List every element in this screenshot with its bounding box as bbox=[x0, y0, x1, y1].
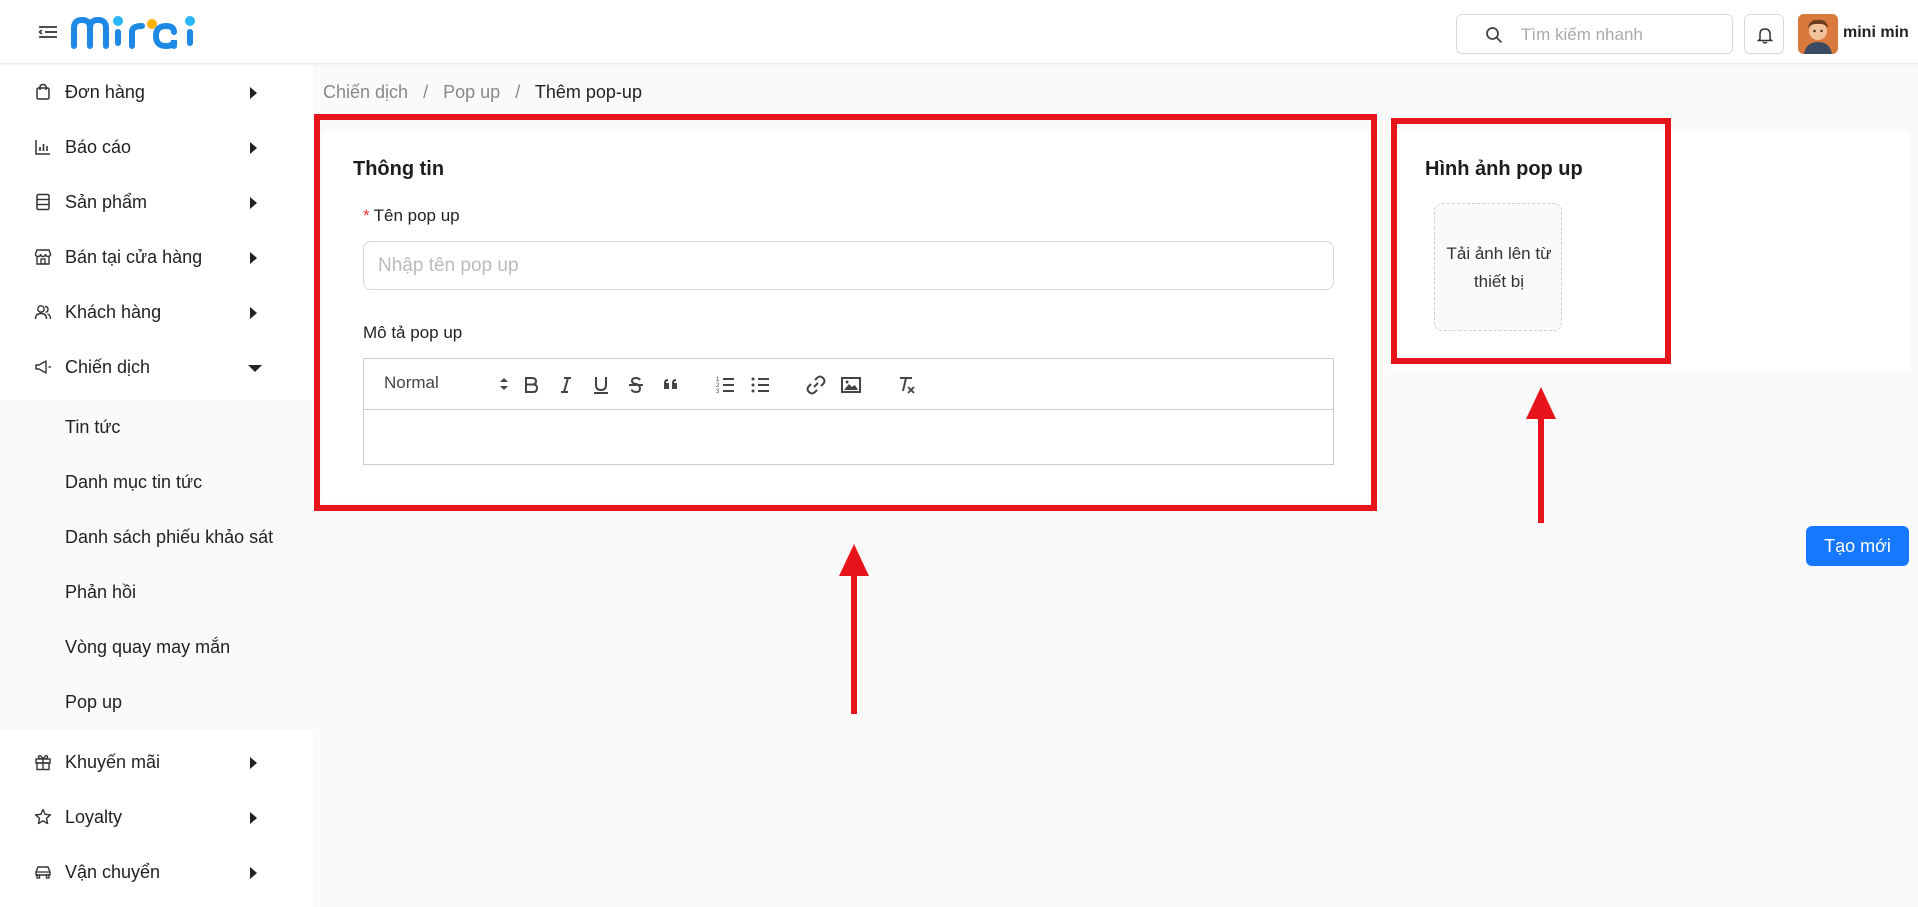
sidebar-item-label: Báo cáo bbox=[65, 137, 132, 157]
submenu-item-surveys[interactable]: Danh sách phiếu khảo sát bbox=[0, 510, 313, 565]
menu-toggle-icon[interactable] bbox=[38, 24, 58, 40]
sidebar-item-label: Khuyến mãi bbox=[65, 752, 161, 772]
sidebar-item-reports[interactable]: Báo cáo bbox=[0, 120, 313, 175]
annotation-arrow-up-icon bbox=[839, 544, 869, 714]
search-icon bbox=[1486, 27, 1502, 43]
sidebar-item-label: Đơn hàng bbox=[65, 82, 145, 102]
annotation-arrow-up-icon bbox=[1526, 387, 1556, 523]
submenu-item-news[interactable]: Tin tức bbox=[0, 400, 313, 455]
submenu-item-label: Vòng quay may mắn bbox=[65, 637, 231, 657]
chevron-right-icon bbox=[250, 197, 257, 209]
product-icon bbox=[36, 193, 50, 211]
car-icon bbox=[35, 866, 51, 879]
breadcrumb-item-current: Thêm pop-up bbox=[534, 82, 642, 102]
mirai-logo[interactable] bbox=[70, 14, 200, 50]
annotation-box-image bbox=[1391, 118, 1671, 364]
top-header: mini min bbox=[0, 0, 1918, 64]
sidebar-item-shipping[interactable]: Vận chuyển bbox=[0, 845, 313, 900]
submenu-item-label: Pop up bbox=[65, 692, 123, 712]
notification-button[interactable] bbox=[1744, 14, 1784, 54]
breadcrumb-item-popup[interactable]: Pop up bbox=[443, 82, 500, 102]
submenu-item-news-categories[interactable]: Danh mục tin tức bbox=[0, 455, 313, 510]
sidebar-item-label: Khách hàng bbox=[65, 302, 162, 322]
sidebar-item-in-store-sales[interactable]: Bán tại cửa hàng bbox=[0, 230, 313, 285]
sidebar-item-products[interactable]: Sản phẩm bbox=[0, 175, 313, 230]
bar-chart-icon bbox=[35, 140, 50, 155]
submenu-item-label: Danh mục tin tức bbox=[65, 472, 203, 492]
sidebar-item-loyalty[interactable]: Loyalty bbox=[0, 790, 313, 845]
quick-search[interactable] bbox=[1456, 14, 1733, 54]
chevron-right-icon bbox=[250, 757, 257, 769]
chevron-down-icon bbox=[248, 365, 262, 372]
campaigns-submenu: Tin tức Danh mục tin tức Danh sách phiếu… bbox=[0, 400, 313, 730]
bell-icon bbox=[1757, 28, 1773, 44]
submenu-item-feedback[interactable]: Phản hồi bbox=[0, 565, 313, 620]
star-icon bbox=[34, 808, 52, 825]
submenu-item-label: Phản hồi bbox=[65, 582, 137, 602]
chevron-right-icon bbox=[250, 142, 257, 154]
shopping-bag-icon bbox=[36, 83, 50, 100]
gift-icon bbox=[35, 755, 51, 771]
chevron-right-icon bbox=[250, 307, 257, 319]
user-name[interactable]: mini min bbox=[1843, 24, 1909, 42]
breadcrumb: Chiến dịch / Pop up / Thêm pop-up bbox=[323, 82, 652, 103]
submenu-item-label: Tin tức bbox=[65, 417, 121, 437]
sidebar: Đơn hàng Báo cáo Sản phẩm Bán tại cửa hà… bbox=[0, 65, 313, 907]
search-input[interactable] bbox=[1521, 24, 1721, 46]
breadcrumb-separator: / bbox=[515, 82, 521, 102]
avatar[interactable] bbox=[1798, 14, 1838, 54]
customers-icon bbox=[34, 305, 52, 320]
sidebar-item-campaigns[interactable]: Chiến dịch bbox=[0, 340, 313, 395]
chevron-right-icon bbox=[250, 87, 257, 99]
sidebar-item-orders[interactable]: Đơn hàng bbox=[0, 65, 313, 120]
megaphone-icon bbox=[35, 360, 51, 374]
chevron-right-icon bbox=[250, 812, 257, 824]
submenu-item-label: Danh sách phiếu khảo sát bbox=[65, 527, 274, 547]
sidebar-item-label: Loyalty bbox=[65, 807, 123, 827]
store-icon bbox=[34, 249, 52, 265]
sidebar-item-label: Bán tại cửa hàng bbox=[65, 247, 203, 267]
breadcrumb-item-campaigns[interactable]: Chiến dịch bbox=[323, 82, 408, 102]
create-button[interactable]: Tạo mới bbox=[1806, 526, 1909, 566]
sidebar-item-label: Chiến dịch bbox=[65, 357, 151, 377]
sidebar-item-label: Vận chuyển bbox=[65, 862, 161, 882]
chevron-right-icon bbox=[250, 867, 257, 879]
chevron-right-icon bbox=[250, 252, 257, 264]
breadcrumb-separator: / bbox=[423, 82, 429, 102]
submenu-item-popup[interactable]: Pop up bbox=[0, 675, 313, 730]
annotation-box-info bbox=[314, 114, 1377, 511]
submenu-item-lucky-wheel[interactable]: Vòng quay may mắn bbox=[0, 620, 313, 675]
sidebar-item-promotions[interactable]: Khuyến mãi bbox=[0, 735, 313, 790]
sidebar-item-customers[interactable]: Khách hàng bbox=[0, 285, 313, 340]
sidebar-item-label: Sản phẩm bbox=[65, 192, 148, 212]
